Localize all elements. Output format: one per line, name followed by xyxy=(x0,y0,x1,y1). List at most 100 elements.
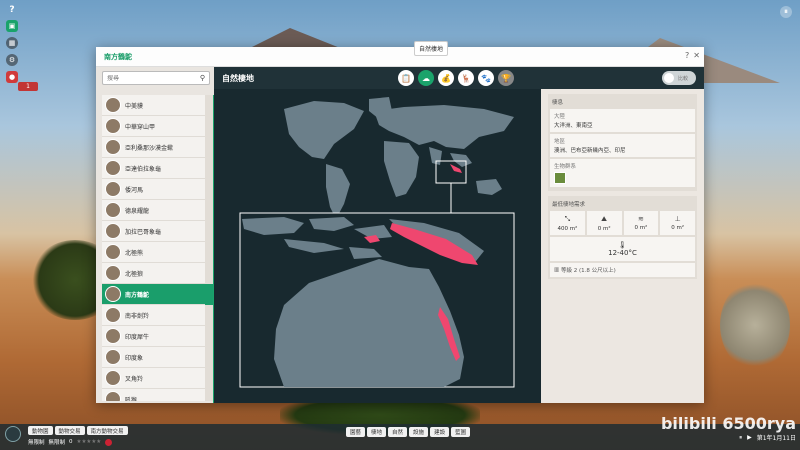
animal-avatar xyxy=(105,202,121,218)
build-tab[interactable]: 棲地 xyxy=(367,427,387,437)
land-area-cell: ⤡ 400 m² xyxy=(550,211,585,235)
settings-icon[interactable]: ⚙ xyxy=(6,54,18,66)
animal-list-item[interactable]: 中華穿山甲 xyxy=(102,116,213,137)
animal-name: 南非劍羚 xyxy=(125,312,150,320)
bottom-tab[interactable]: 動物交易 xyxy=(54,426,85,435)
animal-list-item[interactable]: 亞利桑那沙漠金蠍 xyxy=(102,137,213,158)
animal-name: 加拉巴哥象龜 xyxy=(125,228,162,236)
build-tab[interactable]: 自然 xyxy=(388,427,408,437)
biome-card: 生物群系 xyxy=(550,159,695,187)
help-icon[interactable]: ? xyxy=(685,51,689,60)
list-item-edge xyxy=(205,368,213,389)
pause-time-icon[interactable]: ⏸ xyxy=(739,434,742,442)
staff-icon[interactable]: ● xyxy=(6,71,18,83)
animal-avatar xyxy=(105,244,121,260)
list-item-edge xyxy=(205,95,213,116)
list-item-edge xyxy=(205,326,213,347)
water-area-icon: ≋ xyxy=(637,215,644,223)
play-icon[interactable]: ▶ xyxy=(747,434,752,441)
requirements-section: 最低棲地需求 ⤡ 400 m² ⛰ 0 m² ≋ 0 m² ⊥ 0 m² 🌡 1… xyxy=(548,196,697,279)
animal-list-item[interactable]: 叉角羚 xyxy=(102,368,213,389)
animal-list-item[interactable]: 北極狼 xyxy=(102,263,213,284)
animal-list-item[interactable]: 加拉巴哥象龜 xyxy=(102,221,213,242)
animal-list-item[interactable]: 倭河馬 xyxy=(102,179,213,200)
animal-name: 叉角羚 xyxy=(125,375,144,383)
biome-key: 生物群系 xyxy=(554,164,577,170)
toggle-knob xyxy=(664,73,674,83)
animal-list-item[interactable]: 德泉耀龍 xyxy=(102,200,213,221)
build-tab[interactable]: 設施 xyxy=(409,427,429,437)
bottom-tab[interactable]: 南方動物交易 xyxy=(86,426,128,435)
habitat-tab[interactable]: ☁ xyxy=(418,70,434,86)
animal-list-item[interactable]: 亞達伯拉象龜 xyxy=(102,158,213,179)
diet-tab[interactable]: 💰 xyxy=(438,70,454,86)
climb-area-value: 0 m² xyxy=(597,225,611,232)
animal-name: 亞利桑那沙漠金蠍 xyxy=(125,144,174,152)
list-item-edge xyxy=(205,179,213,200)
animal-avatar xyxy=(105,370,121,386)
pause-icon[interactable]: ⏸ xyxy=(780,6,792,18)
animal-list-item[interactable]: 南非劍羚 xyxy=(102,305,213,326)
zoopedia-window: 南方鶴鴕 ? ✕ 自然棲地 ⚲ 中美貘中華穿山甲亞利桑那沙漠金蠍亞達伯拉象龜倭河… xyxy=(96,41,704,403)
animal-name: 亞達伯拉象龜 xyxy=(125,165,162,173)
window-controls: ? ✕ xyxy=(685,51,700,60)
enrichment-tab[interactable]: 🦌 xyxy=(458,70,474,86)
animal-avatar xyxy=(105,181,121,197)
build-tab[interactable]: 園藝 xyxy=(346,427,366,437)
search-icon[interactable]: ⚲ xyxy=(200,74,205,82)
tropical-biome-icon[interactable] xyxy=(554,172,566,184)
climb-area-icon: ⛰ xyxy=(601,214,608,223)
temperature-value: 12-40°C xyxy=(608,249,637,257)
help-button[interactable]: ? xyxy=(9,5,14,15)
list-item-edge xyxy=(205,200,213,221)
list-item-edge xyxy=(205,263,213,284)
time-controls: ⏸ ▶ 第1年1月11日 xyxy=(739,433,796,443)
animal-name: 中美貘 xyxy=(125,102,144,110)
world-map xyxy=(239,97,515,388)
water-area-cell: ≋ 0 m² xyxy=(623,211,659,235)
land-area-icon: ⤡ xyxy=(564,214,571,223)
deep-water-icon: ⊥ xyxy=(674,215,681,223)
list-item-edge xyxy=(205,158,213,179)
animal-list-item[interactable]: 北極熊 xyxy=(102,242,213,263)
continent-value: 大洋洲、東南亞 xyxy=(554,123,593,129)
info-tab[interactable]: 📋 xyxy=(398,70,414,86)
list-item-edge xyxy=(205,347,213,368)
window-title: 南方鶴鴕 xyxy=(104,52,132,61)
animal-list-item[interactable]: 南方鶴鴕 xyxy=(102,284,213,305)
list-item-edge xyxy=(205,305,213,326)
list-item-edge xyxy=(205,116,213,137)
calendar-icon[interactable]: ▦ xyxy=(6,37,18,49)
search-input[interactable] xyxy=(107,74,200,82)
alert-icon[interactable] xyxy=(105,438,113,446)
bottom-tab[interactable]: 動物園 xyxy=(28,426,53,435)
money-stat: 無限制 xyxy=(28,440,45,446)
zoo-rating-icon[interactable] xyxy=(5,426,21,442)
animal-name: 倭河馬 xyxy=(125,186,144,194)
animal-list-item[interactable]: 吼猴 xyxy=(102,389,213,401)
climb-area-cell: ⛰ 0 m² xyxy=(586,211,622,235)
animal-name: 北極熊 xyxy=(125,249,144,257)
animal-list-item[interactable]: 印度犀牛 xyxy=(102,326,213,347)
fence-value: 等級 2 (1.8 公尺以上) xyxy=(560,268,616,274)
animal-list-item[interactable]: 印度象 xyxy=(102,347,213,368)
animal-name: 印度象 xyxy=(125,354,144,362)
animal-list-item[interactable]: 中美貘 xyxy=(102,95,213,116)
region-value: 澳洲、巴布亞新幾內亞、印尼 xyxy=(554,148,626,154)
zoo-mode-icon[interactable]: ▣ xyxy=(6,20,18,32)
habitat-section-title: 棲息 xyxy=(552,100,564,106)
build-tab[interactable]: 建設 xyxy=(430,427,450,437)
toggle-label: 比較 xyxy=(678,75,689,82)
close-icon[interactable]: ✕ xyxy=(693,51,700,60)
animal-avatar xyxy=(105,328,121,344)
behavior-tab[interactable]: 🐾 xyxy=(478,70,494,86)
map-title: 自然棲地 xyxy=(222,73,254,83)
compare-toggle[interactable]: 比較 xyxy=(662,71,696,85)
animal-avatar xyxy=(105,349,121,365)
build-menu-tabs: 園藝 棲地 自然 設施 建設 藍圖 xyxy=(346,427,471,437)
animal-avatar xyxy=(105,286,121,302)
thermometer-icon: 🌡 xyxy=(618,241,627,249)
build-tab[interactable]: 藍圖 xyxy=(451,427,471,437)
breeding-tab[interactable]: 🏆 xyxy=(498,70,514,86)
search-box[interactable]: ⚲ xyxy=(102,71,210,85)
